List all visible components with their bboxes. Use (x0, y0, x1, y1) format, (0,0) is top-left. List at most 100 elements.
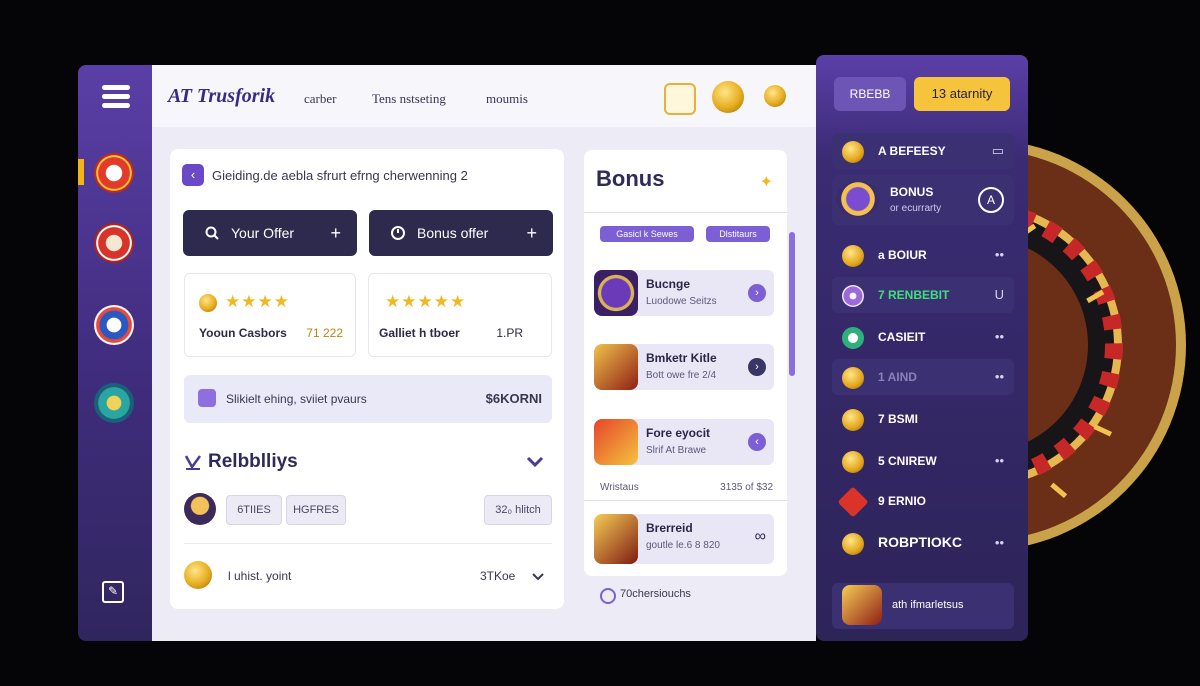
right-row[interactable]: a BOIUR •• (832, 237, 1014, 273)
arrow-icon[interactable]: ‹ (748, 433, 766, 451)
u-icon: U (994, 287, 1004, 302)
bonus-item-sub: Slrif At Brawe (646, 445, 707, 456)
right-footer-text: ath ifmarletsus (892, 599, 964, 611)
avatar[interactable] (184, 493, 216, 525)
coin-icon (842, 451, 864, 473)
summary-left: Wristaus (600, 482, 639, 493)
bonus-pill-1[interactable]: Gasicl k Sewes (600, 226, 694, 242)
bonus-logo-icon (594, 514, 638, 564)
plus-icon: + (526, 222, 537, 243)
search-icon (205, 226, 219, 240)
filter-chip-1[interactable]: 6TIIES (226, 495, 282, 525)
clock-icon (391, 226, 405, 240)
more-icon[interactable]: •• (995, 329, 1004, 344)
right-row-sub: or ecurrarty (890, 203, 942, 214)
more-icon[interactable]: •• (995, 535, 1004, 550)
left-rail: ✎ (78, 65, 152, 641)
right-panel: RBEBB 13 atarnity A BEFEESY ▭ BONUS or e… (816, 55, 1028, 641)
poker-chip-icon[interactable] (94, 223, 134, 263)
menu-icon[interactable] (102, 85, 130, 108)
back-icon[interactable]: ‹ (182, 164, 204, 186)
rating-stars: ★★★★ (225, 292, 290, 311)
brand-logo[interactable]: ΑΤ Trusforik (168, 85, 275, 108)
divider (184, 543, 552, 544)
bonus-item-title: Bmketr Kitle (646, 351, 717, 365)
right-row-label: 7 BSMI (878, 412, 919, 426)
right-row[interactable]: 5 CNIREW •• (832, 443, 1014, 479)
your-offer-label: Your Offer (231, 225, 295, 241)
sparkle-icon: ✦ (759, 174, 773, 191)
right-row-label: ROBPTIOKC (878, 534, 962, 550)
a-icon[interactable]: A (978, 187, 1004, 213)
right-row-active[interactable]: 7 RENBEBIT U (832, 277, 1014, 313)
filter-chip-right[interactable]: 32₀ hlitch (484, 495, 552, 525)
bonus-item[interactable]: Brerreid goutle le.6 8 820 ∞ (594, 514, 774, 564)
right-footer-row[interactable]: ath ifmarletsus (832, 583, 1014, 629)
nav-link-1[interactable]: carber (304, 91, 336, 107)
row-value: 3TKoe (480, 569, 516, 583)
bonus-footer: 70chersiouchs (620, 588, 691, 600)
right-row[interactable]: CASIEIT •• (832, 319, 1014, 355)
nav-link-3[interactable]: moumis (486, 91, 528, 107)
badge-icon (842, 585, 882, 625)
rating-stars: ★★★★★ (385, 292, 467, 311)
breadcrumb: ‹ Gieiding.de aebla sfrurt efrng cherwen… (182, 163, 468, 187)
edit-icon[interactable]: ✎ (102, 581, 124, 603)
wallet-icon[interactable] (664, 83, 696, 115)
bonus-item-title: Fore eyocit (646, 426, 711, 440)
casino-chip-icon[interactable] (94, 153, 134, 193)
right-row[interactable]: 7 BSMI (832, 401, 1014, 437)
bonus-offer-button[interactable]: Bonus offer + (369, 210, 553, 256)
more-icon[interactable]: •• (995, 369, 1004, 384)
your-offer-button[interactable]: Your Offer + (183, 210, 357, 256)
chevron-down-icon[interactable] (526, 455, 544, 469)
small-coin-icon[interactable] (764, 85, 786, 107)
right-row-label: A BEFEESY (878, 144, 946, 158)
casino-card-1[interactable]: ★★★★ Yooun Casbors 71 222 (184, 273, 356, 357)
rail-active-indicator (78, 159, 84, 185)
coin-icon[interactable] (712, 81, 744, 113)
coin-icon (842, 141, 864, 163)
bonus-item[interactable]: Bmketr Kitle Bott owe fre 2/4 › (594, 344, 774, 390)
bonus-card: Bonus ✦ Gasicl k Sewes Dlstitaurs Bucnge… (584, 150, 787, 576)
promo-code: $6KORNI (485, 391, 542, 406)
right-row[interactable]: 9 ERNIO (832, 483, 1014, 519)
arrow-icon[interactable]: › (748, 358, 766, 376)
bonus-logo-icon (594, 270, 638, 316)
chevron-down-icon[interactable] (532, 572, 544, 581)
promo-banner[interactable]: Slikielt ehing, sviiet pvaurs $6KORNI (184, 375, 552, 423)
more-icon[interactable]: •• (995, 247, 1004, 262)
bonus-item[interactable]: Bucnge Luodowe Seitzs › (594, 270, 774, 316)
arrow-icon[interactable]: › (748, 284, 766, 302)
bonus-pill-2[interactable]: Dlstitaurs (706, 226, 770, 242)
casino-value: 71 222 (306, 326, 343, 340)
roulette-chip-icon[interactable] (94, 305, 134, 345)
breadcrumb-text: Gieiding.de aebla sfrurt efrng cherwenni… (212, 167, 468, 183)
right-row[interactable]: A BEFEESY ▭ (832, 133, 1014, 169)
coin-icon (184, 561, 212, 589)
right-row[interactable]: ROBPTIOKC •• (832, 525, 1014, 561)
filter-chip-2[interactable]: HGFRES (286, 495, 346, 525)
summary-right: 3135 of $32 (720, 482, 773, 493)
bonus-item[interactable]: Fore eyocit Slrif At Brawe ‹ (594, 419, 774, 465)
bonus-item-sub: goutle le.6 8 820 (646, 540, 720, 551)
coin-icon (842, 409, 864, 431)
token-chip-icon[interactable] (94, 383, 134, 423)
nav-link-2[interactable]: Tens nstseting (372, 91, 446, 107)
casino-value: 1.PR (496, 326, 523, 340)
bonus-title: Bonus (596, 166, 665, 191)
bonus-logo-icon (594, 419, 638, 465)
right-row-label: BONUS (890, 185, 934, 199)
link-icon[interactable]: ∞ (755, 528, 766, 546)
right-action-button[interactable]: RBEBB (834, 77, 906, 111)
right-row-label: CASIEIT (878, 330, 926, 344)
right-row[interactable]: 1 AIND •• (832, 359, 1014, 395)
bonus-badge-icon (836, 181, 880, 217)
balance-button[interactable]: 13 atarnity (914, 77, 1010, 111)
scrollbar[interactable] (789, 232, 795, 376)
casino-card-2[interactable]: ★★★★★ Galliet h tboer 1.PR (368, 273, 552, 357)
content-card: ‹ Gieiding.de aebla sfrurt efrng cherwen… (170, 149, 564, 609)
coin-icon (842, 245, 864, 267)
more-icon[interactable]: •• (995, 453, 1004, 468)
right-row-featured[interactable]: BONUS or ecurrarty A (832, 175, 1014, 225)
